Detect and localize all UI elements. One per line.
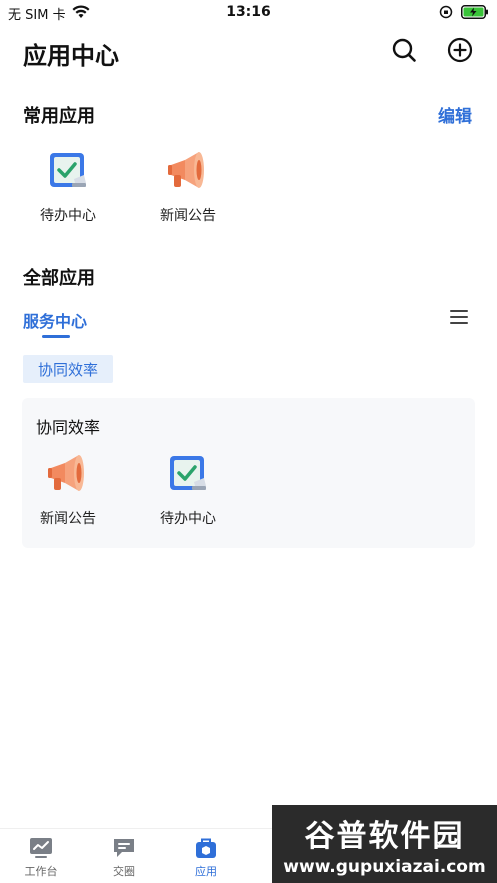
app-item-news[interactable]: 新闻公告: [23, 450, 113, 528]
todo-checkbox-icon: [164, 450, 212, 498]
category-chip[interactable]: 协同效率: [23, 355, 113, 383]
chat-bubble-icon: [112, 837, 136, 859]
tab-service-center[interactable]: 服务中心: [23, 308, 87, 332]
category-menu-button[interactable]: [449, 308, 469, 326]
nav-item-apps[interactable]: 应用: [176, 837, 236, 879]
search-icon: [391, 37, 417, 67]
app-item-news[interactable]: 新闻公告: [143, 147, 233, 225]
megaphone-icon: [164, 147, 212, 195]
page-title: 应用中心: [23, 42, 119, 70]
app-label: 新闻公告: [160, 208, 216, 224]
nav-label: 工作台: [24, 865, 58, 878]
site-watermark: 谷普软件园 www.gupuxiazai.com: [272, 805, 497, 883]
app-label: 待办中心: [40, 208, 96, 224]
todo-checkbox-icon: [44, 147, 92, 195]
megaphone-icon: [44, 450, 92, 498]
search-button[interactable]: [390, 38, 418, 66]
common-apps-title: 常用应用: [23, 106, 95, 127]
battery-charging-icon: [461, 4, 489, 23]
all-apps-title: 全部应用: [23, 268, 95, 289]
status-bar: 无 SIM 卡 13:16: [0, 0, 497, 26]
status-time: 13:16: [226, 4, 271, 20]
tab-underline: [42, 335, 70, 338]
app-label: 待办中心: [160, 511, 216, 527]
watermark-url: www.gupuxiazai.com: [283, 857, 486, 877]
workbench-chart-icon: [29, 837, 53, 859]
nav-item-workbench[interactable]: 工作台: [11, 837, 71, 879]
hamburger-menu-icon: [449, 310, 469, 330]
app-item-todo[interactable]: 待办中心: [143, 450, 233, 528]
app-group-card: 协同效率 新闻公告 待办中心: [22, 398, 475, 548]
nav-item-circle[interactable]: 交圈: [94, 837, 154, 879]
group-title: 协同效率: [36, 418, 101, 437]
watermark-title: 谷普软件园: [304, 819, 465, 854]
plus-circle-icon: [447, 37, 473, 67]
app-label: 新闻公告: [40, 511, 96, 527]
app-item-todo[interactable]: 待办中心: [23, 147, 113, 225]
nav-label: 应用: [195, 865, 217, 878]
nav-label: 交圈: [113, 865, 135, 878]
add-app-button[interactable]: [446, 37, 474, 67]
edit-button[interactable]: 编辑: [438, 102, 472, 127]
orientation-lock-icon: [439, 4, 453, 23]
app-box-icon: [194, 837, 218, 859]
status-right: [439, 4, 489, 23]
